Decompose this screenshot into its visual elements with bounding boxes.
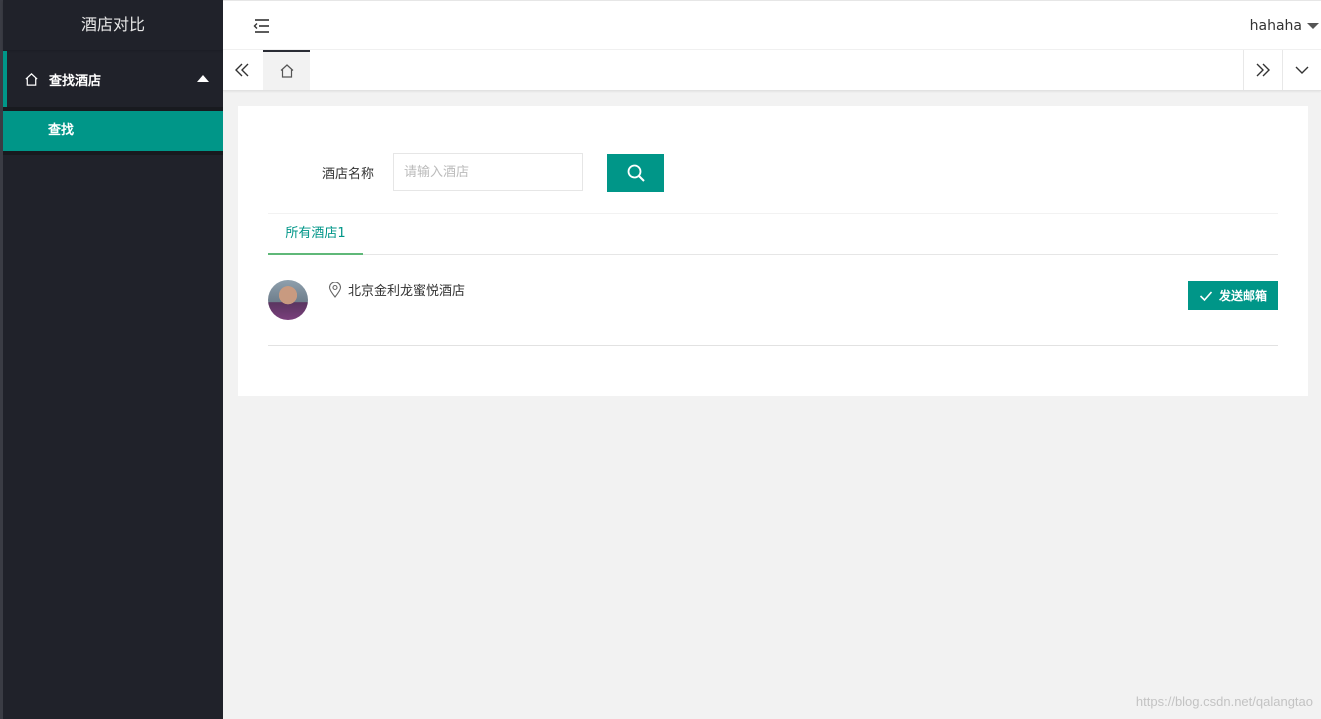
send-email-button[interactable]: 发送邮箱 (1188, 281, 1278, 310)
double-chevron-left-icon (235, 63, 249, 77)
avatar (268, 280, 308, 320)
hotel-name-wrap: 北京金利龙蜜悦酒店 (328, 280, 465, 299)
tab-all-hotels[interactable]: 所有酒店1 (268, 214, 363, 255)
sidebar: 酒店对比 查找酒店 查找 (0, 0, 223, 719)
check-icon (1199, 290, 1213, 302)
sidebar-submenu: 查找 (3, 107, 223, 155)
hotel-search-input[interactable] (393, 153, 583, 191)
app-logo[interactable]: 酒店对比 (3, 0, 223, 50)
tab-options-button[interactable] (1282, 50, 1321, 90)
double-chevron-right-icon (1256, 63, 1270, 77)
search-button[interactable] (607, 154, 664, 192)
home-tab[interactable] (263, 50, 310, 90)
watermark: https://blog.csdn.net/qalangtao (1135, 694, 1313, 709)
top-header: hahaha (223, 0, 1321, 50)
chevron-down-icon (1295, 66, 1309, 74)
sidebar-item-find[interactable]: 查找 (3, 111, 223, 151)
result-tabs: 所有酒店1 (268, 214, 1278, 255)
list-item: 北京金利龙蜜悦酒店 发送邮箱 (268, 256, 1278, 346)
sidebar-group-find-hotel[interactable]: 查找酒店 (3, 51, 223, 107)
dropdown-arrow-icon (1307, 23, 1319, 29)
search-icon (627, 164, 645, 182)
send-email-label: 发送邮箱 (1218, 289, 1267, 303)
hotel-name-label: 酒店名称 (322, 167, 375, 182)
caret-up-icon (197, 75, 209, 82)
scroll-left-button[interactable] (223, 50, 261, 90)
location-pin-icon (328, 281, 342, 298)
scroll-right-button[interactable] (1243, 50, 1282, 90)
user-menu[interactable]: hahaha (1250, 1, 1321, 51)
sidebar-group-label: 查找酒店 (49, 73, 102, 89)
username: hahaha (1249, 18, 1302, 34)
page-tab-bar (223, 50, 1321, 91)
content-card: 酒店名称 所有酒店1 北京金利龙蜜悦酒店 发送邮箱 (238, 106, 1308, 396)
home-icon (24, 72, 39, 87)
hotel-name: 北京金利龙蜜悦酒店 (348, 284, 466, 299)
home-icon (280, 64, 293, 78)
menu-fold-icon[interactable] (251, 17, 271, 35)
